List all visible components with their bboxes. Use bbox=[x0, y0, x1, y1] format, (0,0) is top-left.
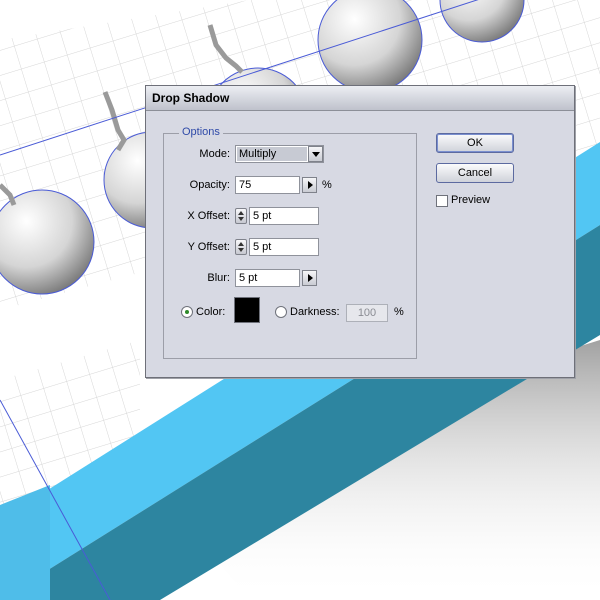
stepper-down-icon bbox=[238, 217, 244, 221]
y-offset-field[interactable]: 5 pt bbox=[249, 238, 319, 256]
y-offset-label: Y Offset: bbox=[187, 241, 230, 253]
radio-selected-dot bbox=[185, 310, 189, 314]
dialog-title: Drop Shadow bbox=[152, 91, 230, 105]
mode-select-value: Multiply bbox=[237, 147, 307, 161]
bar-front-face bbox=[0, 485, 50, 600]
shadow-color-swatch[interactable] bbox=[234, 297, 260, 323]
ok-button[interactable]: OK bbox=[436, 133, 514, 153]
drop-shadow-dialog: Drop Shadow Options Mode: Multiply Opaci… bbox=[145, 85, 575, 378]
color-label: Color: bbox=[196, 306, 226, 318]
options-group-label: Options bbox=[179, 126, 223, 138]
mode-label: Mode: bbox=[199, 148, 230, 160]
cancel-button[interactable]: Cancel bbox=[436, 163, 514, 183]
darkness-field[interactable]: 100 bbox=[346, 304, 388, 322]
opacity-label: Opacity: bbox=[189, 179, 230, 191]
mode-select[interactable]: Multiply bbox=[235, 145, 324, 163]
blur-label: Blur: bbox=[207, 272, 230, 284]
color-radio[interactable] bbox=[181, 306, 193, 318]
x-offset-field[interactable]: 5 pt bbox=[249, 207, 319, 225]
x-offset-stepper[interactable] bbox=[235, 208, 247, 224]
y-offset-stepper[interactable] bbox=[235, 239, 247, 255]
blur-slider-button[interactable] bbox=[302, 270, 317, 286]
x-offset-label: X Offset: bbox=[187, 210, 230, 222]
chevron-down-icon bbox=[312, 152, 320, 157]
darkness-unit: % bbox=[394, 306, 404, 318]
preview-checkbox[interactable] bbox=[436, 195, 448, 207]
opacity-unit: % bbox=[322, 179, 332, 191]
stepper-up-icon bbox=[238, 211, 244, 215]
arrow-right-icon bbox=[308, 181, 313, 189]
opacity-field[interactable]: 75 bbox=[235, 176, 300, 194]
blur-field[interactable]: 5 pt bbox=[235, 269, 300, 287]
mode-dropdown-arrow[interactable] bbox=[308, 146, 323, 162]
opacity-slider-button[interactable] bbox=[302, 177, 317, 193]
arrow-right-icon bbox=[308, 274, 313, 282]
stepper-up-icon bbox=[238, 242, 244, 246]
darkness-radio[interactable] bbox=[275, 306, 287, 318]
stepper-down-icon bbox=[238, 248, 244, 252]
dialog-titlebar[interactable]: Drop Shadow bbox=[146, 86, 574, 111]
preview-label: Preview bbox=[451, 194, 491, 206]
darkness-label: Darkness: bbox=[290, 306, 340, 318]
